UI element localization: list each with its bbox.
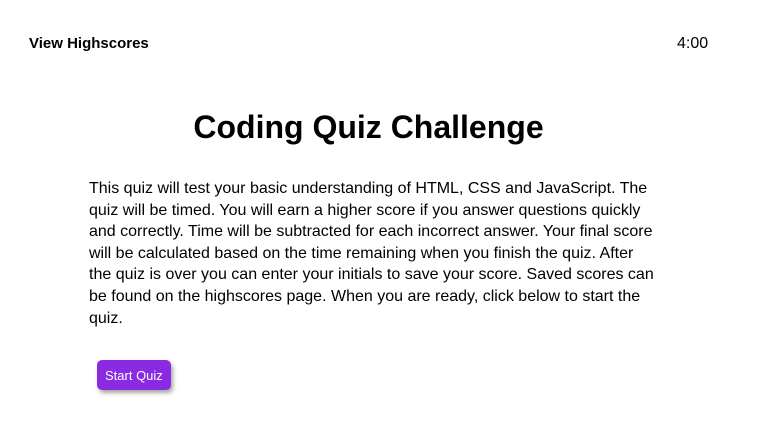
intro-text: This quiz will test your basic understan… [89,180,654,327]
view-highscores-link[interactable]: View Highscores [29,35,149,52]
timer: 4:00 [677,35,709,52]
page-title: Coding Quiz Challenge [193,109,544,145]
start-quiz-button[interactable]: Start Quiz [97,360,171,390]
